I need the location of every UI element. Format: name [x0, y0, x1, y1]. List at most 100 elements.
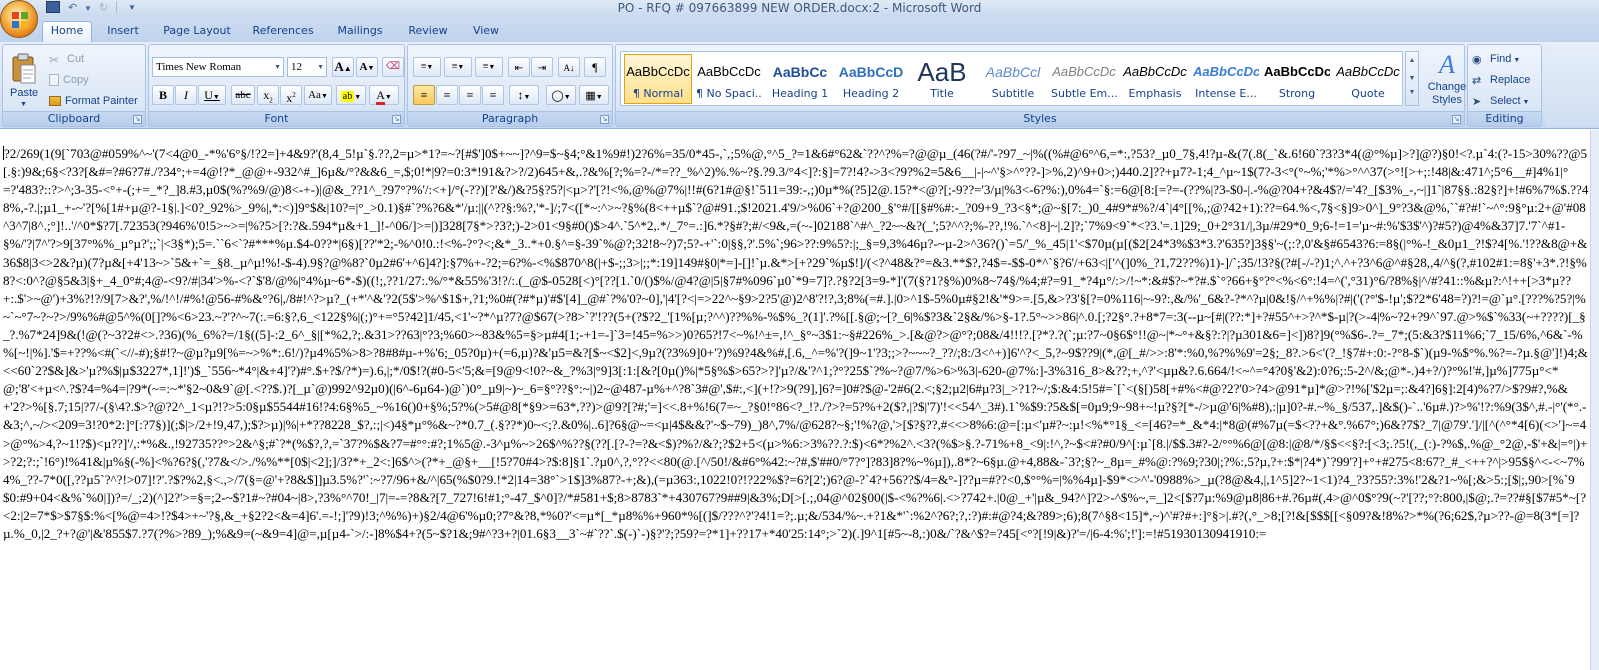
- gallery-scroll[interactable]: ▲ ▼ ▼: [1405, 51, 1419, 106]
- clear-formatting-button[interactable]: ⌫: [382, 57, 404, 77]
- tab-home[interactable]: Home: [42, 21, 92, 43]
- shrink-font-button[interactable]: A▼: [356, 57, 378, 77]
- style-tile[interactable]: AaBbCcDc Quote: [1334, 54, 1402, 104]
- style-name: ¶ No Spaci...: [696, 87, 762, 100]
- window-title: PO - RFQ # 097663899 NEW ORDER.docx:2 - …: [617, 1, 982, 15]
- document-body[interactable]: ?2/269(1(9[`703@#059%^~'(7<4@0_-*%'6°§/!…: [3, 145, 1589, 543]
- subscript-button[interactable]: x2: [257, 85, 279, 105]
- multilevel-list-button[interactable]: ≡▼: [475, 57, 503, 77]
- font-group: Times New Roman ▼ 12 ▼ A▲ A▼ ⌫ B I U▼ ab…: [148, 44, 405, 127]
- highlight-color-button[interactable]: ab ▼: [336, 85, 366, 105]
- borders-icon: ▦: [585, 90, 596, 102]
- document-page[interactable]: ?2/269(1(9[`703@#059%^~'(7<4@0_-*%'6°§/!…: [0, 130, 1590, 670]
- style-tile[interactable]: AaBbCc Heading 1: [766, 54, 834, 104]
- align-center-icon: ≡: [443, 88, 451, 102]
- grow-font-button[interactable]: A▲: [332, 57, 354, 77]
- cut-label: Cut: [67, 53, 85, 65]
- format-painter-icon: [49, 96, 61, 107]
- paste-button-label[interactable]: Paste: [10, 87, 38, 99]
- change-styles-icon: A: [1439, 50, 1455, 79]
- style-tile[interactable]: AaBbCcDc Intense E...: [1192, 54, 1260, 104]
- tab-review[interactable]: Review: [400, 22, 456, 42]
- font-color-button[interactable]: A▼: [369, 85, 399, 105]
- justify-button[interactable]: ≡: [482, 85, 504, 105]
- font-size-combobox[interactable]: 12 ▼: [287, 57, 327, 77]
- ribbon-tab-row: Home Insert Page Layout References Maili…: [0, 17, 1599, 43]
- gallery-down-icon[interactable]: ▼: [1406, 70, 1418, 88]
- eraser-icon: ⌫: [385, 61, 401, 72]
- ribbon: Paste ▼ ✂ Cut Copy Format Painter Clipboa…: [0, 42, 1599, 129]
- change-styles-label: Change Styles: [1427, 81, 1467, 106]
- tab-insert[interactable]: Insert: [99, 22, 147, 42]
- editing-group-label: Editing: [1468, 111, 1541, 126]
- style-sample: AaBbCcDc: [1336, 64, 1400, 79]
- style-name: ¶ Normal: [632, 87, 684, 100]
- paragraph-group: ≡▼ ≡▼ ≡▼ ⇤ ⇥ A↓ ¶ ≡ ≡ ≡ ≡ ↕▼ ◯▼ ▦▼ Parag…: [407, 44, 613, 127]
- bullets-button[interactable]: ≡▼: [413, 57, 441, 77]
- align-right-button[interactable]: ≡: [459, 85, 481, 105]
- change-styles-button[interactable]: A Change Styles: [1424, 49, 1470, 111]
- style-tile[interactable]: AaBbCcDc Strong: [1263, 54, 1331, 104]
- align-center-button[interactable]: ≡: [436, 85, 458, 105]
- style-tile[interactable]: AaBbCcD Heading 2: [837, 54, 905, 104]
- copy-icon: [49, 74, 59, 87]
- outdent-icon: ⇤: [514, 63, 524, 74]
- styles-dialog-launcher-icon[interactable]: ↘: [1452, 115, 1461, 124]
- style-name: Intense E...: [1195, 87, 1257, 100]
- select-arrow-icon: ➤: [1472, 96, 1482, 109]
- style-sample: AaBbCcDc: [1123, 64, 1187, 79]
- vertical-scrollbar[interactable]: [1590, 130, 1599, 670]
- strikethrough-button[interactable]: abc: [231, 85, 255, 105]
- replace-button[interactable]: ⇄ Replace: [1472, 72, 1530, 88]
- font-family-combobox[interactable]: Times New Roman ▼: [152, 57, 284, 77]
- editing-group: ◉ Find ▼ ⇄ Replace ➤ Select ▼ Editing: [1467, 44, 1542, 127]
- tab-view[interactable]: View: [466, 22, 506, 42]
- tab-mailings[interactable]: Mailings: [330, 22, 390, 42]
- style-tile[interactable]: AaBbCcDc ¶ No Spaci...: [695, 54, 763, 104]
- cut-button[interactable]: ✂ Cut: [49, 51, 84, 67]
- style-tile[interactable]: AaB Title: [908, 54, 976, 104]
- office-button[interactable]: [0, 0, 38, 38]
- italic-button[interactable]: I: [175, 85, 197, 105]
- style-tile[interactable]: AaBbCcDc Emphasis: [1121, 54, 1189, 104]
- paste-dropdown-icon[interactable]: ▼: [20, 101, 27, 108]
- show-hide-marks-button[interactable]: ¶: [584, 57, 606, 77]
- font-dialog-launcher-icon[interactable]: ↘: [392, 115, 401, 124]
- numbering-button[interactable]: ≡▼: [444, 57, 472, 77]
- paste-icon[interactable]: [11, 53, 37, 85]
- select-button[interactable]: ➤ Select ▼: [1472, 93, 1529, 109]
- tab-page-layout[interactable]: Page Layout: [157, 22, 237, 42]
- sort-button[interactable]: A↓: [558, 57, 580, 77]
- format-painter-label: Format Painter: [65, 95, 138, 107]
- format-painter-button[interactable]: Format Painter: [49, 93, 138, 109]
- paragraph-dialog-launcher-icon[interactable]: ↘: [600, 115, 609, 124]
- increase-indent-button[interactable]: ⇥: [531, 57, 553, 77]
- find-button[interactable]: ◉ Find ▼: [1472, 51, 1520, 67]
- borders-button[interactable]: ▦▼: [579, 85, 609, 105]
- underline-button[interactable]: U▼: [198, 85, 226, 105]
- tab-references[interactable]: References: [247, 22, 319, 42]
- style-name: Emphasis: [1128, 87, 1182, 100]
- sort-icon: A↓: [563, 63, 575, 73]
- office-logo-icon: [12, 12, 28, 28]
- clipboard-dialog-launcher-icon[interactable]: ↘: [133, 115, 142, 124]
- gallery-more-icon[interactable]: ▼: [1406, 88, 1418, 98]
- clipboard-group-label: Clipboard: [3, 111, 145, 126]
- shading-button[interactable]: ◯▼: [546, 85, 576, 105]
- change-case-button[interactable]: Aa▼: [304, 85, 332, 105]
- style-tile[interactable]: AaBbCcl Subtitle: [979, 54, 1047, 104]
- copy-label: Copy: [63, 74, 89, 86]
- bold-button[interactable]: B: [152, 85, 174, 105]
- style-tile[interactable]: AaBbCcDc ¶ Normal: [624, 54, 692, 104]
- align-left-button[interactable]: ≡: [413, 85, 435, 105]
- pilcrow-icon: ¶: [592, 60, 598, 74]
- line-spacing-button[interactable]: ↕▼: [509, 85, 539, 105]
- gallery-up-icon[interactable]: ▲: [1406, 52, 1418, 70]
- superscript-button[interactable]: x2: [280, 85, 302, 105]
- clipboard-group: Paste ▼ ✂ Cut Copy Format Painter Clipboa…: [2, 44, 146, 127]
- style-tile[interactable]: AaBbCcDc Subtle Em...: [1050, 54, 1118, 104]
- copy-button[interactable]: Copy: [49, 72, 89, 88]
- decrease-indent-button[interactable]: ⇤: [508, 57, 530, 77]
- scissors-icon: ✂: [49, 53, 60, 68]
- styles-group-label: Styles: [616, 111, 1464, 126]
